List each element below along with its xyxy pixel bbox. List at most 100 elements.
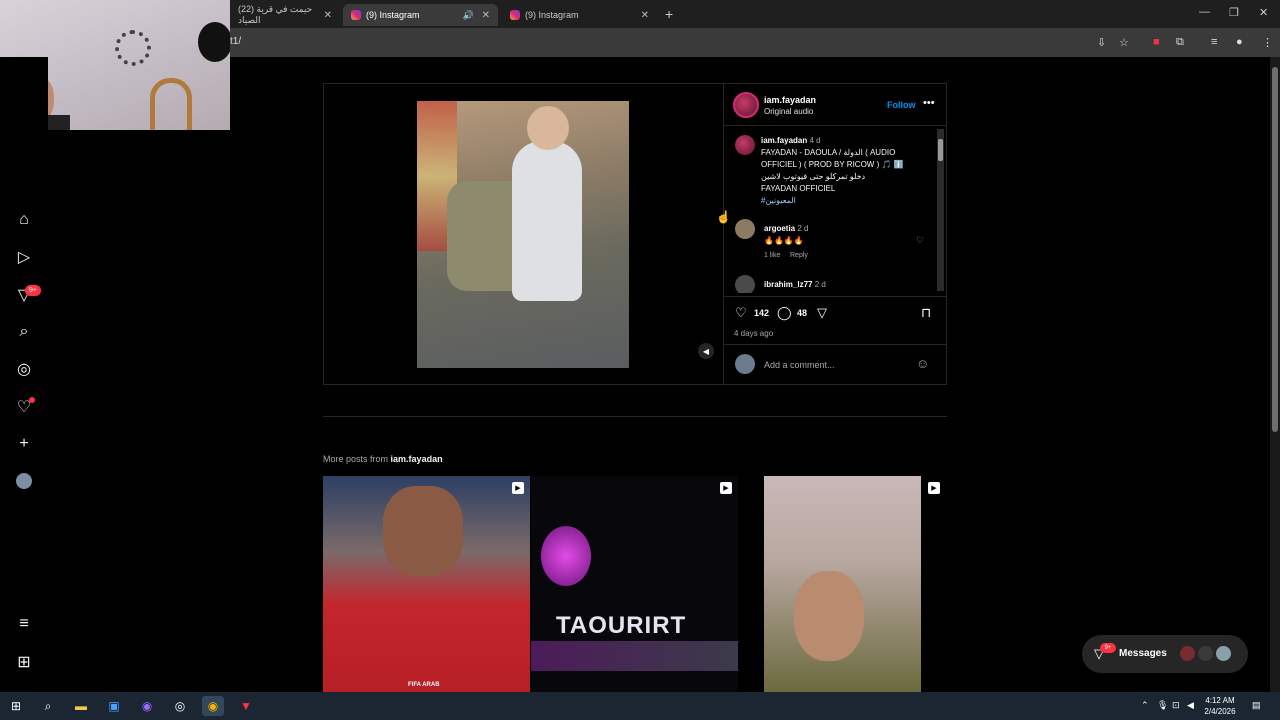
lamp <box>198 22 230 62</box>
instagram-sidebar: ⌂ ▷ ▽ 9+ ⌕ ◎ ♡ + ≡ ⊞ <box>0 57 48 692</box>
comment-text: 🔥🔥🔥🔥 <box>764 236 804 245</box>
more-posts-text: More posts from <box>323 454 389 464</box>
video-child <box>512 141 582 301</box>
browser-tab-active[interactable]: (9) Instagram 🔊 ✕ <box>343 4 498 26</box>
menu-kebab-icon[interactable]: ⋮ <box>1262 36 1273 49</box>
tab-title: (22) حيمت في قرية الصياد <box>238 4 313 25</box>
comment: argoetia 2 d 🔥🔥🔥🔥 <box>764 223 924 247</box>
system-clock[interactable]: 4:12 AM 2/4/2026 <box>1200 695 1240 717</box>
profile-icon[interactable]: ● <box>1236 36 1243 48</box>
comment-like-heart-icon[interactable]: ♡ <box>916 235 924 246</box>
reel-icon: ▶ <box>720 482 732 494</box>
current-user-avatar <box>735 354 755 374</box>
like-heart-icon[interactable]: ♡ <box>735 305 747 321</box>
browser-tab[interactable]: (22) حيمت في قرية الصياد ✕ <box>230 4 340 26</box>
chat-avatar <box>1198 646 1213 661</box>
clock-date: 2/4/2026 <box>1204 707 1236 716</box>
page-scrollbar[interactable] <box>1270 57 1280 692</box>
comment-likes[interactable]: 1 like <box>764 252 780 259</box>
grid-caption: TAOURIRT <box>556 612 687 639</box>
more-posts-username[interactable]: iam.fayadan <box>391 454 443 464</box>
comment-bubble-icon[interactable]: ◯ <box>777 305 792 321</box>
grid-post[interactable]: TAOURIRT ▶ <box>531 476 738 692</box>
comment-avatar[interactable] <box>735 275 755 293</box>
post-card: ◀ iam.fayadan Original audio Follow ••• … <box>323 83 947 385</box>
search-icon[interactable]: ⌕ <box>37 696 59 716</box>
close-tab-icon[interactable]: ✕ <box>641 10 649 21</box>
post-media[interactable]: ◀ <box>324 84 723 384</box>
search-icon[interactable]: ⌕ <box>14 322 34 342</box>
threads-icon[interactable]: ⊞ <box>14 652 34 672</box>
grid-caption: FIFA ARAB <box>408 682 440 688</box>
more-posts-label: More posts from iam.fayadan <box>323 454 443 464</box>
comment-input[interactable]: Add a comment... <box>764 360 835 370</box>
video-player[interactable] <box>417 101 629 368</box>
explore-icon[interactable]: ◎ <box>14 359 34 379</box>
tray-chevron-icon[interactable]: ⌃ <box>1141 700 1149 711</box>
reply-button[interactable]: Reply <box>790 252 808 259</box>
more-menu-icon[interactable]: ≡ <box>14 614 34 634</box>
caption-line: OFFICIEL ) ( PROD BY RICOW ) 🎵 ℹ️ <box>761 160 904 169</box>
profile-avatar[interactable] <box>14 471 34 491</box>
emoji-icon[interactable]: ☺ <box>916 356 929 371</box>
author-avatar[interactable] <box>733 92 759 118</box>
caption-line: FAYADAN OFFICIEL <box>761 184 836 193</box>
microphone-icon[interactable]: 🎙 <box>1157 700 1168 711</box>
store-icon[interactable]: ▣ <box>103 696 125 716</box>
reels-icon[interactable]: ▷ <box>14 247 34 267</box>
restore-button[interactable]: ❐ <box>1229 6 1239 19</box>
share-icon[interactable]: ▽ <box>817 305 827 321</box>
network-icon[interactable]: ⊡ <box>1172 700 1180 711</box>
person-face <box>794 571 864 661</box>
url-field[interactable]: t1/ <box>230 36 241 47</box>
create-plus-icon[interactable]: + <box>14 434 34 454</box>
audio-label[interactable]: Original audio <box>764 107 813 116</box>
scrollbar-thumb[interactable] <box>938 139 943 161</box>
close-tab-icon[interactable]: ✕ <box>324 10 332 21</box>
posted-time: 4 days ago <box>734 329 774 338</box>
hashtag-link[interactable]: #المعبونين <box>761 196 796 205</box>
grid-post[interactable]: ▶ <box>739 476 946 692</box>
caption-avatar[interactable] <box>735 135 755 155</box>
home-icon[interactable]: ⌂ <box>14 210 34 230</box>
minimize-button[interactable]: — <box>1199 6 1210 18</box>
close-window-button[interactable]: ✕ <box>1259 6 1268 19</box>
media-control-icon[interactable]: ≡ <box>1211 36 1217 48</box>
follow-button[interactable]: Follow <box>887 100 916 110</box>
extension-icon[interactable]: ■ <box>1153 36 1160 48</box>
notifications-icon[interactable]: ▤ <box>1252 700 1261 711</box>
volume-icon[interactable]: ◀ <box>1187 700 1194 711</box>
bookmark-star-icon[interactable]: ☆ <box>1119 36 1129 49</box>
chat-avatar <box>1216 646 1231 661</box>
volume-icon[interactable]: ◀ <box>698 343 714 359</box>
start-windows-icon[interactable]: ⊞ <box>5 696 27 716</box>
tab-title: (9) Instagram <box>366 10 420 20</box>
chrome-icon[interactable]: ◉ <box>202 696 224 716</box>
extensions-puzzle-icon[interactable]: ⧉ <box>1176 36 1184 49</box>
comments-scrollbar[interactable] <box>937 129 944 291</box>
post-header: iam.fayadan Original audio Follow ••• <box>724 84 947 126</box>
save-bookmark-icon[interactable]: ⊓ <box>921 305 931 321</box>
browser-tab[interactable]: (9) Instagram ✕ <box>502 4 657 26</box>
new-tab-button[interactable]: + <box>665 6 673 22</box>
app-icon[interactable]: ▼ <box>235 696 257 716</box>
post-actions: ♡ 142 ◯ 48 ▽ ⊓ 4 days ago <box>724 296 947 341</box>
scrollbar-thumb[interactable] <box>1272 67 1278 432</box>
caption-username[interactable]: iam.fayadan <box>761 136 807 145</box>
discord-icon[interactable]: ◉ <box>136 696 158 716</box>
author-username[interactable]: iam.fayadan <box>764 95 816 105</box>
obs-icon[interactable]: ◎ <box>169 696 191 716</box>
comment-username[interactable]: ibrahim_lz77 <box>764 280 812 289</box>
install-app-icon[interactable]: ⇩ <box>1097 36 1106 49</box>
file-explorer-icon[interactable]: ▬ <box>70 696 92 716</box>
caption-line: FAYADAN - DAOULA / الدولة ( AUDIO <box>761 148 896 157</box>
caption: iam.fayadan 4 d FAYADAN - DAOULA / الدول… <box>761 135 921 207</box>
comment-username[interactable]: argoetia <box>764 224 795 233</box>
grid-post[interactable]: ▶ FIFA ARAB <box>323 476 530 692</box>
comment-avatar[interactable] <box>735 219 755 239</box>
speaker-icon[interactable]: 🔊 <box>463 10 474 21</box>
messages-float-button[interactable]: ▽ 9+ Messages <box>1082 635 1248 673</box>
close-tab-icon[interactable]: ✕ <box>482 10 490 21</box>
more-options-icon[interactable]: ••• <box>923 97 935 109</box>
chat-avatar <box>1180 646 1195 661</box>
